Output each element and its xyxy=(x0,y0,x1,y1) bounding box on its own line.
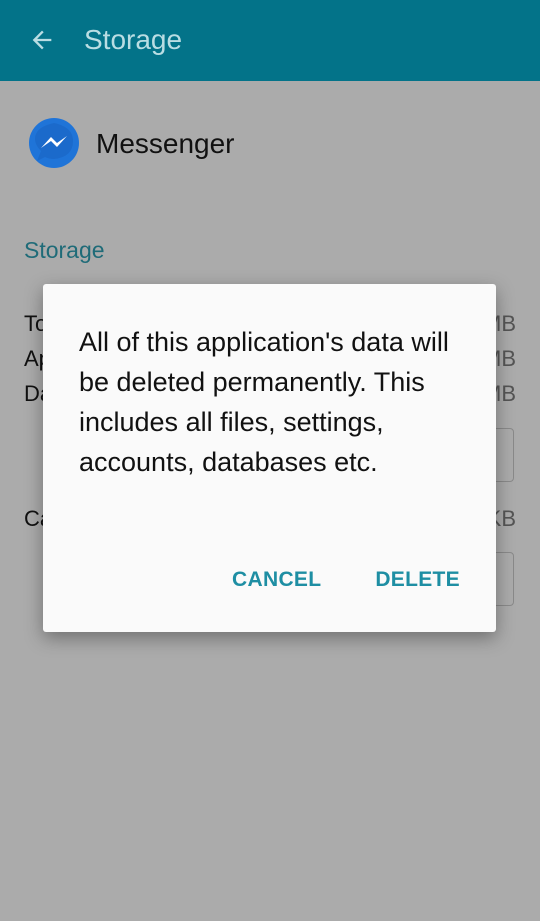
dialog-message: All of this application's data will be d… xyxy=(79,327,449,477)
delete-button[interactable]: DELETE xyxy=(375,568,460,592)
app-header: Messenger xyxy=(27,117,235,171)
arrow-back-icon xyxy=(32,30,52,50)
page-title: Storage xyxy=(84,24,183,55)
app-name: Messenger xyxy=(96,128,235,159)
messenger-icon xyxy=(29,118,79,168)
app-bar: Storage xyxy=(0,0,540,81)
cancel-button[interactable]: CANCEL xyxy=(232,568,321,592)
confirm-delete-dialog: All of this application's data will be d… xyxy=(43,284,496,632)
back-button[interactable] xyxy=(26,24,58,56)
dialog-actions: CANCEL DELETE xyxy=(232,568,460,592)
storage-section-header: Storage xyxy=(24,237,105,263)
